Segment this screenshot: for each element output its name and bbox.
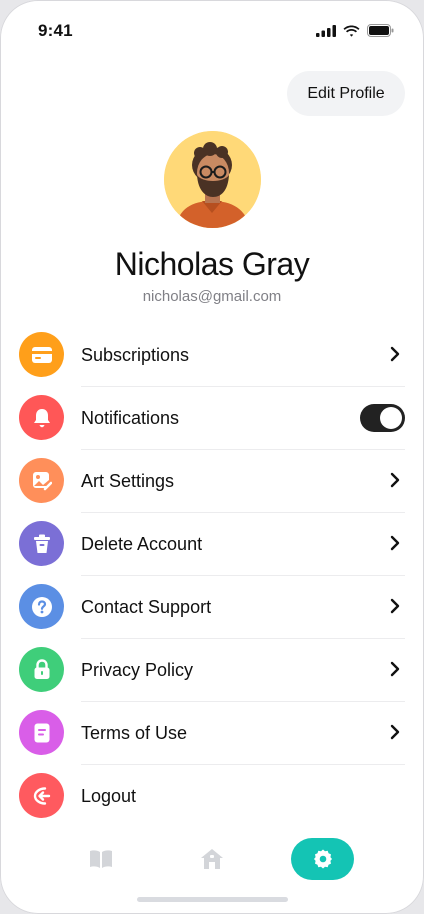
chevron-right-icon bbox=[390, 535, 400, 551]
status-icons bbox=[316, 24, 394, 37]
menu-item-notifications[interactable]: Notifications bbox=[0, 387, 424, 450]
menu-icon-circle bbox=[19, 584, 64, 629]
menu-item-label: Delete Account bbox=[81, 534, 203, 554]
menu-item-terms-of-use[interactable]: Terms of Use bbox=[0, 702, 424, 765]
chevron-right-icon bbox=[390, 346, 400, 362]
battery-icon bbox=[367, 24, 394, 37]
profile-name: Nicholas Gray bbox=[114, 246, 310, 282]
credit-card-icon bbox=[31, 346, 52, 363]
help-circle-icon bbox=[31, 596, 52, 617]
wifi-icon bbox=[343, 25, 360, 37]
tab-home[interactable] bbox=[195, 838, 229, 880]
gear-icon bbox=[313, 849, 332, 869]
chevron-right-icon bbox=[390, 472, 400, 488]
home-icon bbox=[201, 849, 223, 869]
menu-item-label: Contact Support bbox=[81, 597, 212, 617]
menu-item-subscriptions[interactable]: Subscriptions bbox=[0, 324, 424, 387]
trash-icon bbox=[33, 534, 50, 553]
menu-icon-circle bbox=[19, 395, 64, 440]
menu-icon-circle bbox=[19, 332, 64, 377]
menu-item-label: Art Settings bbox=[81, 471, 175, 491]
tab-library[interactable] bbox=[84, 838, 118, 880]
menu-item-logout[interactable]: Logout bbox=[0, 765, 424, 828]
bell-icon bbox=[33, 408, 50, 427]
status-time: 9:41 bbox=[38, 21, 73, 40]
cellular-signal-icon bbox=[316, 24, 336, 37]
toggle-knob bbox=[380, 407, 402, 429]
menu-icon-circle bbox=[19, 773, 64, 818]
logout-icon bbox=[33, 786, 50, 805]
menu-item-label: Terms of Use bbox=[81, 723, 188, 743]
art-image-icon bbox=[32, 471, 52, 490]
menu-item-label: Notifications bbox=[81, 408, 180, 428]
menu-item-label: Privacy Policy bbox=[81, 660, 194, 680]
menu-icon-circle bbox=[19, 521, 64, 566]
menu-icon-circle bbox=[19, 647, 64, 692]
menu-item-delete-account[interactable]: Delete Account bbox=[0, 513, 424, 576]
settings-menu: Subscriptions Notifications Art Settings… bbox=[0, 324, 424, 828]
document-icon bbox=[34, 723, 49, 742]
tab-settings[interactable] bbox=[291, 838, 354, 880]
profile-email: nicholas@gmail.com bbox=[142, 288, 282, 305]
edit-profile-button[interactable]: Edit Profile bbox=[287, 71, 405, 116]
notifications-toggle[interactable] bbox=[360, 404, 405, 432]
chevron-right-icon bbox=[390, 661, 400, 677]
menu-icon-circle bbox=[19, 710, 64, 755]
avatar bbox=[164, 131, 261, 228]
lock-icon bbox=[34, 659, 49, 679]
menu-item-contact-support[interactable]: Contact Support bbox=[0, 576, 424, 639]
book-icon bbox=[90, 850, 112, 868]
menu-item-art-settings[interactable]: Art Settings bbox=[0, 450, 424, 513]
menu-item-privacy-policy[interactable]: Privacy Policy bbox=[0, 639, 424, 702]
menu-item-label: Logout bbox=[81, 786, 137, 806]
home-indicator bbox=[137, 897, 288, 902]
chevron-right-icon bbox=[390, 724, 400, 740]
chevron-right-icon bbox=[390, 598, 400, 614]
menu-item-label: Subscriptions bbox=[81, 345, 190, 365]
menu-icon-circle bbox=[19, 458, 64, 503]
tab-bar bbox=[0, 838, 424, 884]
phone-screen: 9:41 Edit Profile Nicholas Gray nicholas… bbox=[0, 0, 424, 914]
avatar-illustration bbox=[164, 131, 261, 228]
